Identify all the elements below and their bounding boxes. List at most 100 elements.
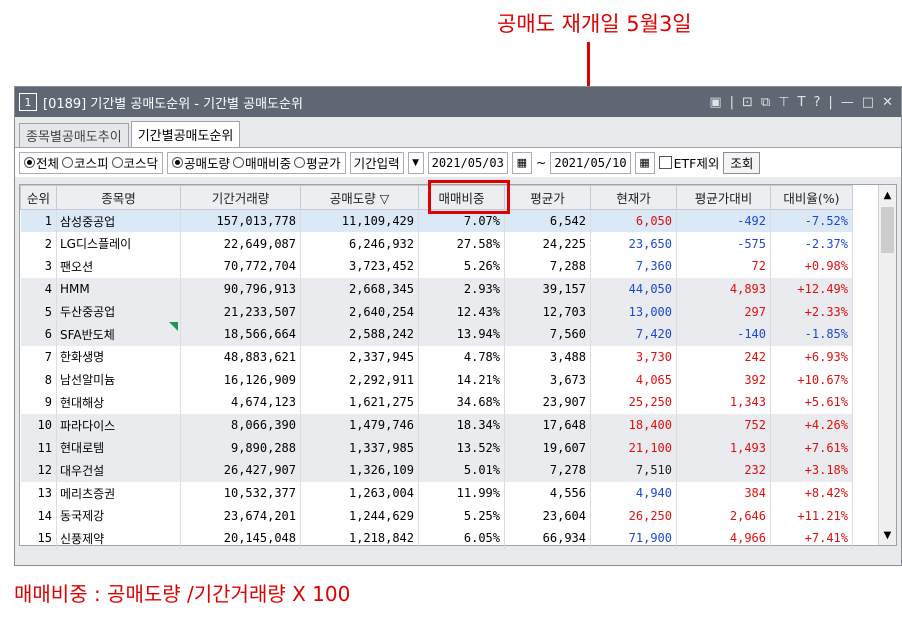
avg-price-cell: 7,288 — [504, 254, 591, 278]
table-row[interactable]: 15 신풍제약 20,145,048 1,218,842 6.05% 66,934 71,9… — [20, 527, 853, 550]
table-row[interactable]: 8 남선알미늄 16,126,909 2,292,911 14.21% 3,673 4,06… — [20, 368, 853, 391]
col-volume[interactable]: 기간거래량 — [180, 185, 301, 210]
avg-price-cell: 7,560 — [504, 322, 591, 346]
pin-icon[interactable]: ⊤ — [778, 95, 789, 110]
avg-price-cell: 39,157 — [504, 277, 591, 301]
avg-price-cell: 12,703 — [504, 300, 591, 323]
volume-cell: 48,883,621 — [180, 345, 301, 369]
volume-cell: 16,126,909 — [180, 368, 301, 391]
calendar-icon[interactable]: ▦ — [634, 151, 655, 174]
col-avg-diff[interactable]: 평균가대비 — [676, 185, 771, 210]
volume-cell: 8,066,390 — [180, 413, 301, 437]
table-row[interactable]: 2 LG디스플레이 22,649,087 6,246,932 27.58% 24,225 2… — [20, 232, 853, 255]
period-select[interactable]: 기간입력 — [349, 151, 404, 174]
end-date-input[interactable]: 2021/05/10 — [550, 151, 631, 174]
trade-ratio-cell: 2.93% — [418, 277, 505, 301]
rank-cell: 7 — [20, 345, 57, 369]
font-icon[interactable]: T — [798, 95, 806, 110]
avg-price-cell: 19,607 — [504, 436, 591, 460]
col-name[interactable]: 종목명 — [56, 185, 181, 210]
col-avg-price[interactable]: 평균가 — [504, 185, 591, 210]
table-row[interactable]: 12 대우건설 26,427,907 1,326,109 5.01% 7,278 7,510… — [20, 459, 853, 482]
table-row[interactable]: 14 동국제강 23,674,201 1,244,629 5.25% 23,604 26,2… — [20, 504, 853, 528]
radio-trade-ratio[interactable]: 매매비중 — [233, 153, 291, 172]
trade-ratio-cell: 5.01% — [418, 459, 505, 482]
radio-kosdaq[interactable]: 코스닥 — [111, 153, 158, 172]
vertical-scrollbar[interactable]: ▲ ▼ — [878, 185, 896, 545]
avg-diff-cell: 4,966 — [676, 527, 771, 550]
maximize-icon[interactable]: □ — [862, 95, 874, 110]
volume-cell: 26,427,907 — [180, 459, 301, 482]
rank-cell: 5 — [20, 300, 57, 323]
avg-diff-cell: 297 — [676, 300, 771, 323]
scroll-down-icon[interactable]: ▼ — [879, 525, 896, 545]
table-row[interactable]: 7 한화생명 48,883,621 2,337,945 4.78% 3,488 3,730 2… — [20, 345, 853, 369]
col-diff-rate[interactable]: 대비율(%) — [770, 185, 853, 210]
volume-cell: 9,890,288 — [180, 436, 301, 460]
sort-radio-group: 공매도량 매매비중 평균가 — [167, 151, 346, 174]
scroll-thumb[interactable] — [881, 207, 894, 253]
radio-short-volume[interactable]: 공매도량 — [172, 153, 230, 172]
col-short-volume[interactable]: 공매도량 ▽ — [300, 185, 419, 210]
avg-diff-cell: 384 — [676, 481, 771, 505]
chevron-down-icon[interactable]: ▼ — [407, 151, 424, 174]
radio-avg-price[interactable]: 평균가 — [294, 153, 341, 172]
table-row[interactable]: 4 HMM 90,796,913 2,668,345 2.93% 39,157 44,050… — [20, 277, 853, 301]
rank-cell: 9 — [20, 391, 57, 414]
name-cell: 현대해상 — [56, 391, 181, 414]
current-price-cell: 21,100 — [590, 436, 677, 460]
market-radio-group: 전체 코스피 코스닥 — [19, 151, 164, 174]
screen-icon[interactable]: ▣ — [709, 95, 721, 110]
name-cell: HMM — [56, 277, 181, 301]
table-row[interactable]: 10 파라다이스 8,066,390 1,479,746 18.34% 17,648 18,… — [20, 413, 853, 437]
rank-cell: 12 — [20, 459, 57, 482]
avg-price-cell: 7,278 — [504, 459, 591, 482]
table-row[interactable]: 11 현대로템 9,890,288 1,337,985 13.52% 19,607 21,1… — [20, 436, 853, 460]
filter-bar: 전체 코스피 코스닥 공매도량 매매비중 평균가 기간입력 ▼ 2021/05/… — [15, 147, 901, 177]
help-icon[interactable]: ? — [814, 95, 821, 110]
col-rank[interactable]: 순위 — [20, 185, 57, 210]
diff-rate-cell: -7.52% — [770, 209, 853, 233]
radio-checked-icon — [172, 157, 184, 168]
avg-price-cell: 3,673 — [504, 368, 591, 391]
volume-cell: 20,145,048 — [180, 527, 301, 550]
short-volume-cell: 2,640,254 — [300, 300, 419, 323]
minimize-icon[interactable]: — — [841, 95, 854, 110]
etf-exclude-checkbox[interactable]: ETF제외 — [658, 153, 719, 172]
name-cell: 신풍제약 — [56, 527, 181, 550]
close-icon[interactable]: ✕ — [882, 95, 893, 110]
col-current-price[interactable]: 현재가 — [590, 185, 677, 210]
radio-unchecked-icon — [233, 157, 245, 168]
radio-all[interactable]: 전체 — [24, 153, 59, 172]
screen-number-badge[interactable]: 1 — [19, 93, 37, 111]
tab-bar: 종목별공매도추이 기간별공매도순위 — [15, 117, 901, 147]
scroll-up-icon[interactable]: ▲ — [879, 185, 896, 205]
rank-cell: 6 — [20, 322, 57, 346]
diff-rate-cell: +8.42% — [770, 481, 853, 505]
table-row[interactable]: 6 SFA반도체 18,566,664 2,588,242 13.94% 7,560 7,4… — [20, 322, 853, 346]
name-cell: 남선알미늄 — [56, 368, 181, 391]
query-button[interactable]: 조회 — [723, 151, 761, 174]
rank-cell: 8 — [20, 368, 57, 391]
calendar-icon[interactable]: ▦ — [511, 151, 532, 174]
table-row[interactable]: 9 현대해상 4,674,123 1,621,275 34.68% 23,907 25,25… — [20, 391, 853, 414]
link-icon[interactable]: ⊡ — [742, 95, 753, 110]
avg-price-cell: 3,488 — [504, 345, 591, 369]
radio-unchecked-icon — [62, 157, 74, 168]
avg-price-cell: 66,934 — [504, 527, 591, 550]
diff-rate-cell: +4.26% — [770, 413, 853, 437]
table-row[interactable]: 5 두산중공업 21,233,507 2,640,254 12.43% 12,703 13,… — [20, 300, 853, 323]
note-marker-icon — [169, 322, 178, 331]
name-cell: LG디스플레이 — [56, 232, 181, 255]
volume-cell: 21,233,507 — [180, 300, 301, 323]
table-row[interactable]: 3 팬오션 70,772,704 3,723,452 5.26% 7,288 7,360 72… — [20, 254, 853, 278]
radio-kospi[interactable]: 코스피 — [62, 153, 109, 172]
table-row[interactable]: 13 메리츠증권 10,532,377 1,263,004 11.99% 4,556 4,9… — [20, 481, 853, 505]
name-cell: SFA반도체 — [56, 322, 181, 346]
start-date-input[interactable]: 2021/05/03 — [427, 151, 508, 174]
copy-icon[interactable]: ⧉ — [761, 95, 770, 110]
tab-stock-short-trend[interactable]: 종목별공매도추이 — [19, 123, 129, 147]
avg-diff-cell: 4,893 — [676, 277, 771, 301]
rank-cell: 15 — [20, 527, 57, 550]
tab-period-short-rank[interactable]: 기간별공매도순위 — [130, 121, 241, 147]
